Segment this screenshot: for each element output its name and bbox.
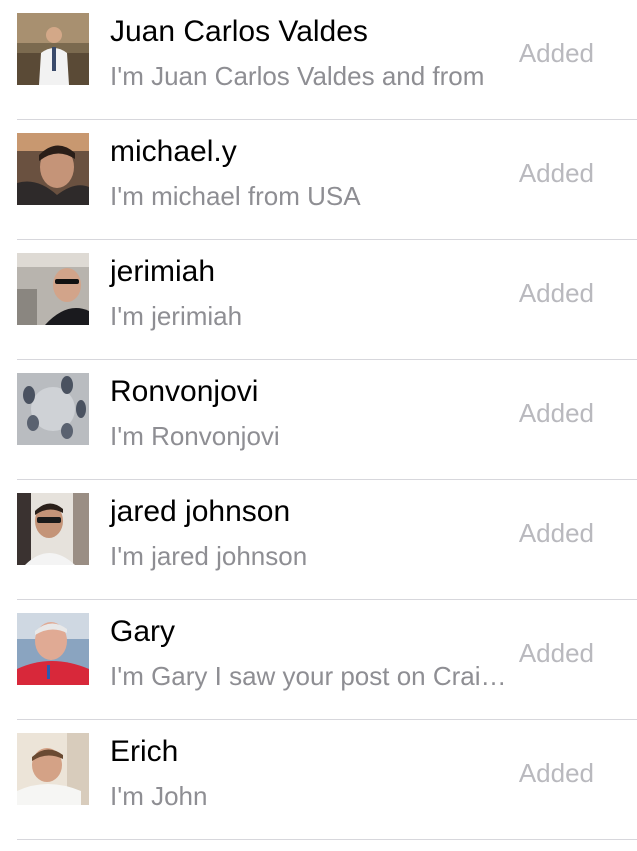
added-status: Added: [518, 398, 594, 428]
contact-name: michael.y: [110, 135, 237, 168]
contact-name: Erich: [110, 735, 179, 768]
friend-request-list: Juan Carlos Valdes I'm Juan Carlos Valde…: [0, 0, 637, 851]
contact-message: I'm John: [110, 781, 208, 811]
added-status: Added: [518, 758, 594, 788]
contact-name: jared johnson: [110, 495, 291, 528]
contact-avatar: [17, 133, 89, 205]
contact-avatar: [17, 493, 89, 565]
row-divider: [17, 839, 637, 840]
contact-avatar: [17, 13, 89, 85]
contact-message: I'm jerimiah: [110, 301, 243, 331]
contact-row[interactable]: Erich I'm John Added: [0, 720, 637, 840]
contact-row[interactable]: michael.y I'm michael from USA Added: [0, 120, 637, 240]
contact-message: I'm jared johnson: [110, 541, 308, 571]
added-status: Added: [518, 158, 594, 188]
contact-message: I'm Gary I saw your post on Craigslist: [110, 661, 508, 691]
added-status: Added: [518, 38, 594, 68]
contact-row[interactable]: Ronvonjovi I'm Ronvonjovi Added: [0, 360, 637, 480]
contact-avatar: [17, 733, 89, 805]
contact-message: I'm Juan Carlos Valdes and from: [110, 61, 485, 91]
contact-message: I'm Ronvonjovi: [110, 421, 280, 451]
contact-name: jerimiah: [110, 255, 216, 288]
contact-avatar: [17, 613, 89, 685]
contact-name: Gary: [110, 615, 176, 648]
added-status: Added: [518, 518, 594, 548]
contact-row[interactable]: Gary I'm Gary I saw your post on Craigsl…: [0, 600, 637, 720]
added-status: Added: [518, 638, 594, 668]
contact-row[interactable]: jerimiah I'm jerimiah Added: [0, 240, 637, 360]
contact-message: I'm michael from USA: [110, 181, 361, 211]
contact-name: Ronvonjovi: [110, 375, 259, 408]
contact-name: Juan Carlos Valdes: [110, 15, 368, 48]
contact-avatar: [17, 373, 89, 445]
added-status: Added: [518, 278, 594, 308]
contact-row[interactable]: Juan Carlos Valdes I'm Juan Carlos Valde…: [0, 0, 637, 120]
contact-avatar: [17, 253, 89, 325]
contact-row[interactable]: jared johnson I'm jared johnson Added: [0, 480, 637, 600]
